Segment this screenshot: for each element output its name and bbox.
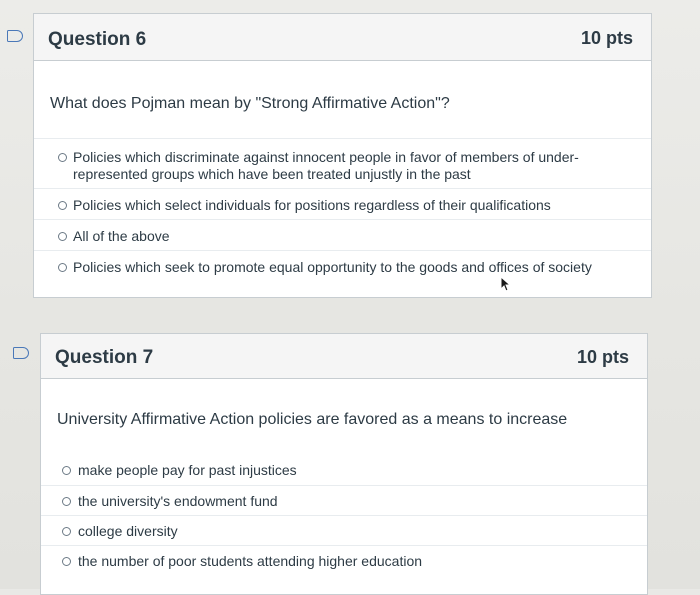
bookmark-icon[interactable] [13,347,29,359]
answer-option[interactable]: Policies which select individuals for po… [34,188,651,220]
answer-option[interactable]: Policies which discriminate against inno… [34,138,651,189]
question-points: 10 pts [580,28,633,48]
answer-option[interactable]: the university's endowment fund [41,485,647,516]
answer-label: Policies which select individuals for po… [73,197,551,213]
answer-label: the number of poor students attending hi… [78,553,423,569]
radio-button-icon[interactable] [58,201,67,210]
question-header: Question 6 10 pts [34,14,651,61]
radio-button-icon[interactable] [62,497,71,506]
question-title: Question 7 [55,347,154,368]
question-prompt: What does Pojman mean by "Strong Affirma… [50,95,450,112]
bookmark-icon[interactable] [7,30,23,42]
question-card: Question 7 10 pts University Affirmative… [40,333,648,595]
radio-button-icon[interactable] [62,466,71,475]
question-header: Question 7 10 pts [41,334,647,379]
radio-button-icon[interactable] [58,153,67,162]
radio-button-icon[interactable] [62,527,71,536]
answer-label: make people pay for past injustices [78,462,297,478]
answer-label: Policies which discriminate against inno… [73,149,579,182]
question-title: Question 6 [48,29,147,50]
answer-label: college diversity [78,523,178,539]
answer-label: All of the above [73,228,170,244]
question-card: Question 6 10 pts What does Pojman mean … [33,13,652,298]
question-points: 10 pts [576,347,629,367]
answer-label: Policies which seek to promote equal opp… [73,259,592,275]
answer-option[interactable]: college diversity [41,515,647,546]
answer-option[interactable]: make people pay for past injustices [41,455,647,485]
question-prompt: University Affirmative Action policies a… [57,411,568,428]
answer-label: the university's endowment fund [78,493,278,509]
answer-option[interactable]: All of the above [34,219,651,251]
answer-option[interactable]: Policies which seek to promote equal opp… [34,250,651,286]
radio-button-icon[interactable] [62,557,71,566]
radio-button-icon[interactable] [58,232,67,241]
answer-option[interactable]: the number of poor students attending hi… [41,545,647,576]
mouse-pointer-icon [500,276,511,292]
radio-button-icon[interactable] [58,263,67,272]
